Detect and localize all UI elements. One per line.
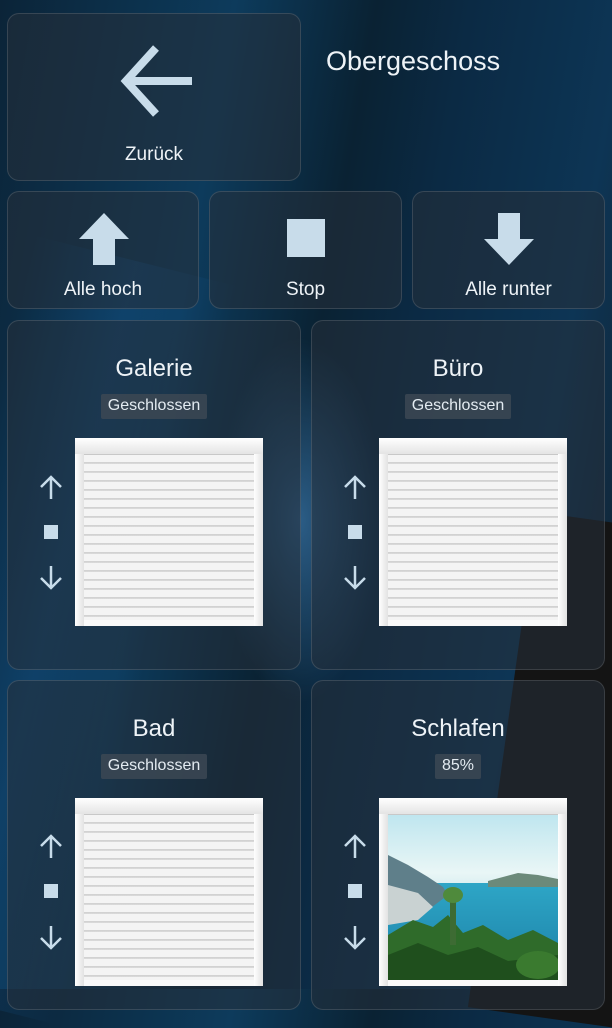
arrow-down-icon[interactable] (340, 922, 370, 952)
stop-square-icon[interactable] (340, 517, 370, 547)
status-badge: 85% (434, 754, 482, 779)
stop-all-button[interactable]: Stop (209, 191, 402, 309)
status-badge: Geschlossen (100, 394, 208, 419)
arrow-up-icon[interactable] (36, 473, 66, 503)
shutter-open-image (379, 798, 567, 986)
arrow-up-icon[interactable] (340, 832, 370, 862)
room-card-schlafen: Schlafen 85% (311, 680, 605, 1010)
window-view-image (388, 815, 558, 980)
all-up-button[interactable]: Alle hoch (7, 191, 199, 309)
all-down-button[interactable]: Alle runter (412, 191, 605, 309)
shutter-image (75, 438, 263, 626)
back-button[interactable]: Zurück (7, 13, 301, 181)
back-button-label: Zurück (124, 144, 184, 165)
arrow-down-icon[interactable] (340, 562, 370, 592)
room-name: Bad (132, 715, 176, 742)
shutter-image (75, 798, 263, 986)
room-card-galerie: Galerie Geschlossen (7, 320, 301, 670)
shutter-image (379, 438, 567, 626)
all-down-label: Alle runter (465, 279, 552, 300)
stop-all-label: Stop (285, 279, 326, 300)
status-badge: Geschlossen (100, 754, 208, 779)
room-card-buero: Büro Geschlossen (311, 320, 605, 670)
stop-square-icon[interactable] (36, 876, 66, 906)
arrow-left-icon (120, 45, 192, 117)
arrow-down-icon[interactable] (36, 562, 66, 592)
arrow-down-icon[interactable] (36, 922, 66, 952)
all-up-label: Alle hoch (63, 279, 143, 300)
room-name: Büro (432, 355, 484, 382)
arrow-up-icon[interactable] (36, 832, 66, 862)
stop-square-icon[interactable] (340, 876, 370, 906)
stop-square-icon (287, 219, 325, 257)
room-name: Schlafen (411, 715, 505, 742)
status-badge: Geschlossen (404, 394, 512, 419)
arrow-up-icon[interactable] (340, 473, 370, 503)
arrow-up-icon (79, 213, 129, 265)
room-name: Galerie (115, 355, 193, 382)
room-card-bad: Bad Geschlossen (7, 680, 301, 1010)
stop-square-icon[interactable] (36, 517, 66, 547)
page-title: Obergeschoss (326, 46, 501, 76)
arrow-down-icon (484, 213, 534, 265)
